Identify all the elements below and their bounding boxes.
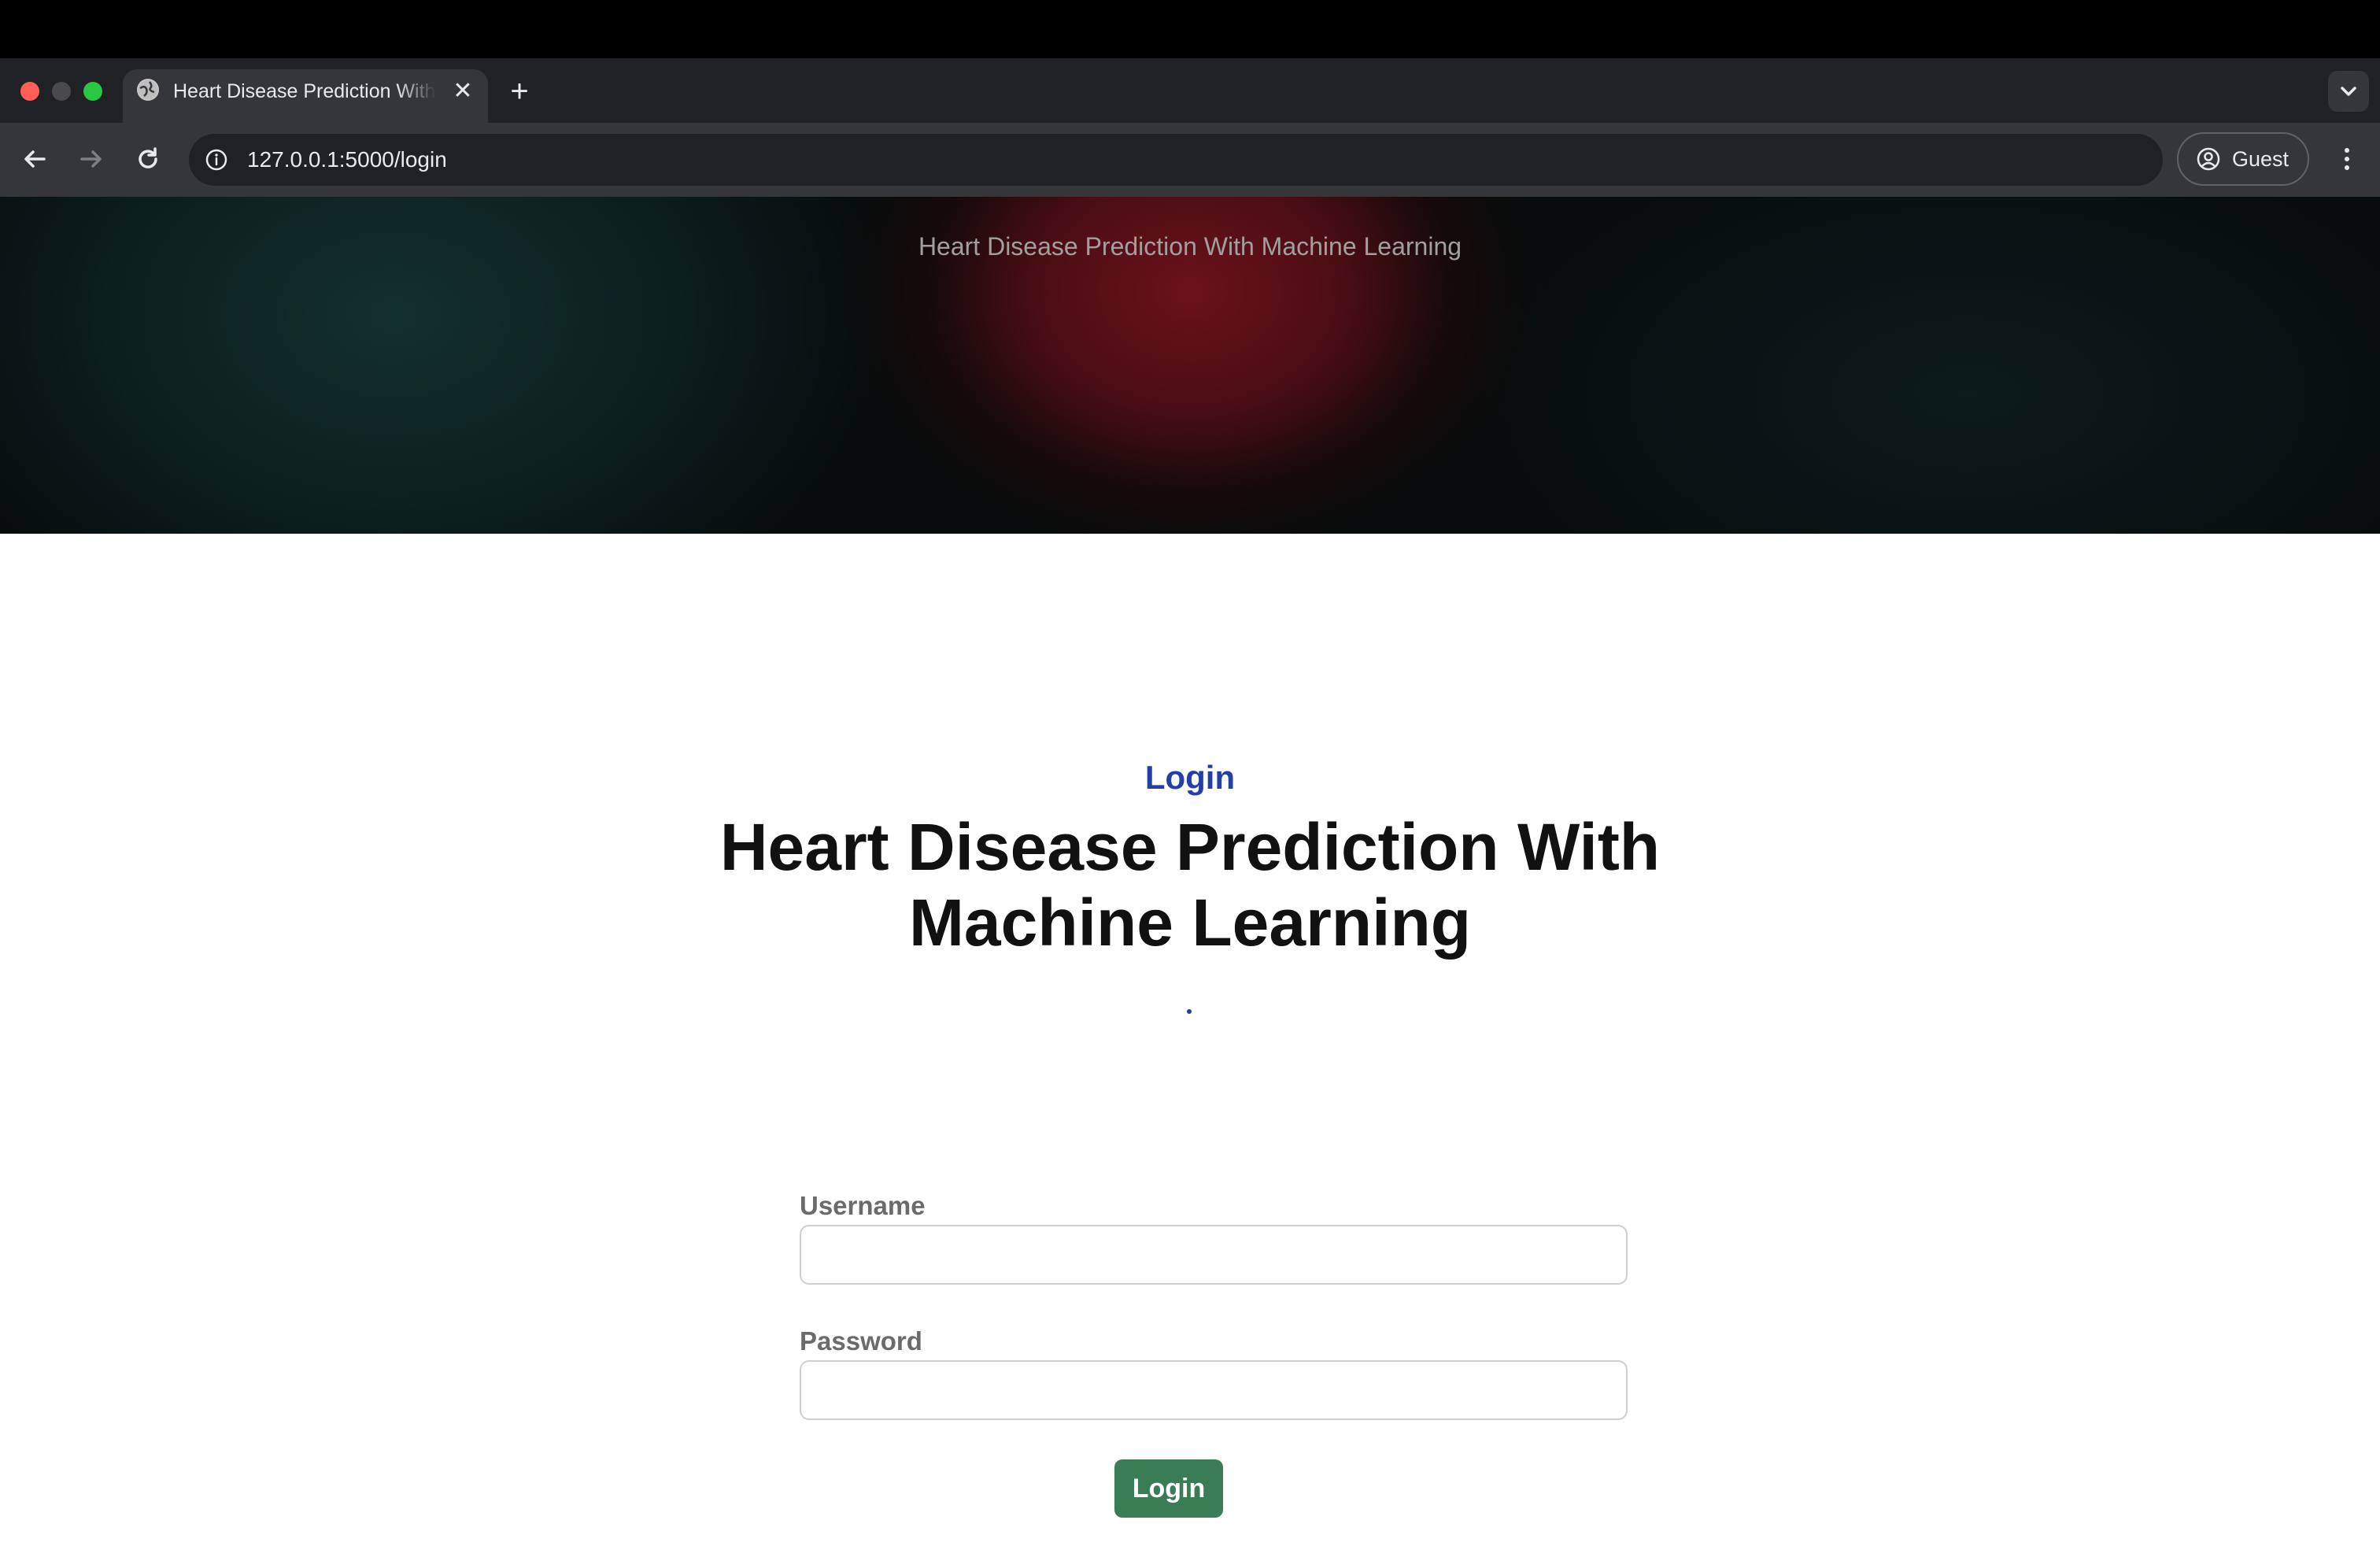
section-label: Login <box>1144 759 1236 796</box>
globe-icon <box>137 79 159 101</box>
address-bar-url[interactable]: 127.0.0.1:5000/login <box>247 144 447 176</box>
site-info-icon[interactable] <box>203 146 230 173</box>
username-label: Username <box>800 1191 926 1220</box>
more-vertical-icon[interactable] <box>2331 143 2363 175</box>
account-circle-icon <box>2196 146 2221 172</box>
window-close-button[interactable] <box>20 82 39 101</box>
back-arrow-icon[interactable] <box>17 142 52 176</box>
profile-label: Guest <box>2232 147 2289 171</box>
address-bar[interactable] <box>189 134 2163 186</box>
system-menu-bar <box>0 0 2380 58</box>
reload-icon[interactable] <box>131 142 165 176</box>
tab-search-dropdown-button[interactable] <box>2328 71 2369 112</box>
new-tab-button[interactable]: + <box>504 76 535 107</box>
window-minimize-button[interactable] <box>52 82 71 101</box>
tab-title: Heart Disease Prediction With Machine Le… <box>173 80 436 102</box>
window-zoom-button[interactable] <box>83 82 102 101</box>
tab-close-icon[interactable]: ✕ <box>450 79 475 104</box>
forward-arrow-icon[interactable] <box>74 142 109 176</box>
password-input[interactable] <box>800 1360 1628 1420</box>
divider-dot <box>1187 1009 1192 1014</box>
page-title: Heart Disease Prediction With Machine Le… <box>719 810 1661 960</box>
username-input[interactable] <box>800 1225 1628 1285</box>
login-button[interactable]: Login <box>1114 1459 1223 1518</box>
password-label: Password <box>800 1326 922 1356</box>
hero-title: Heart Disease Prediction With Machine Le… <box>918 232 1462 261</box>
hero-banner: Heart Disease Prediction With Machine Le… <box>0 197 2380 534</box>
